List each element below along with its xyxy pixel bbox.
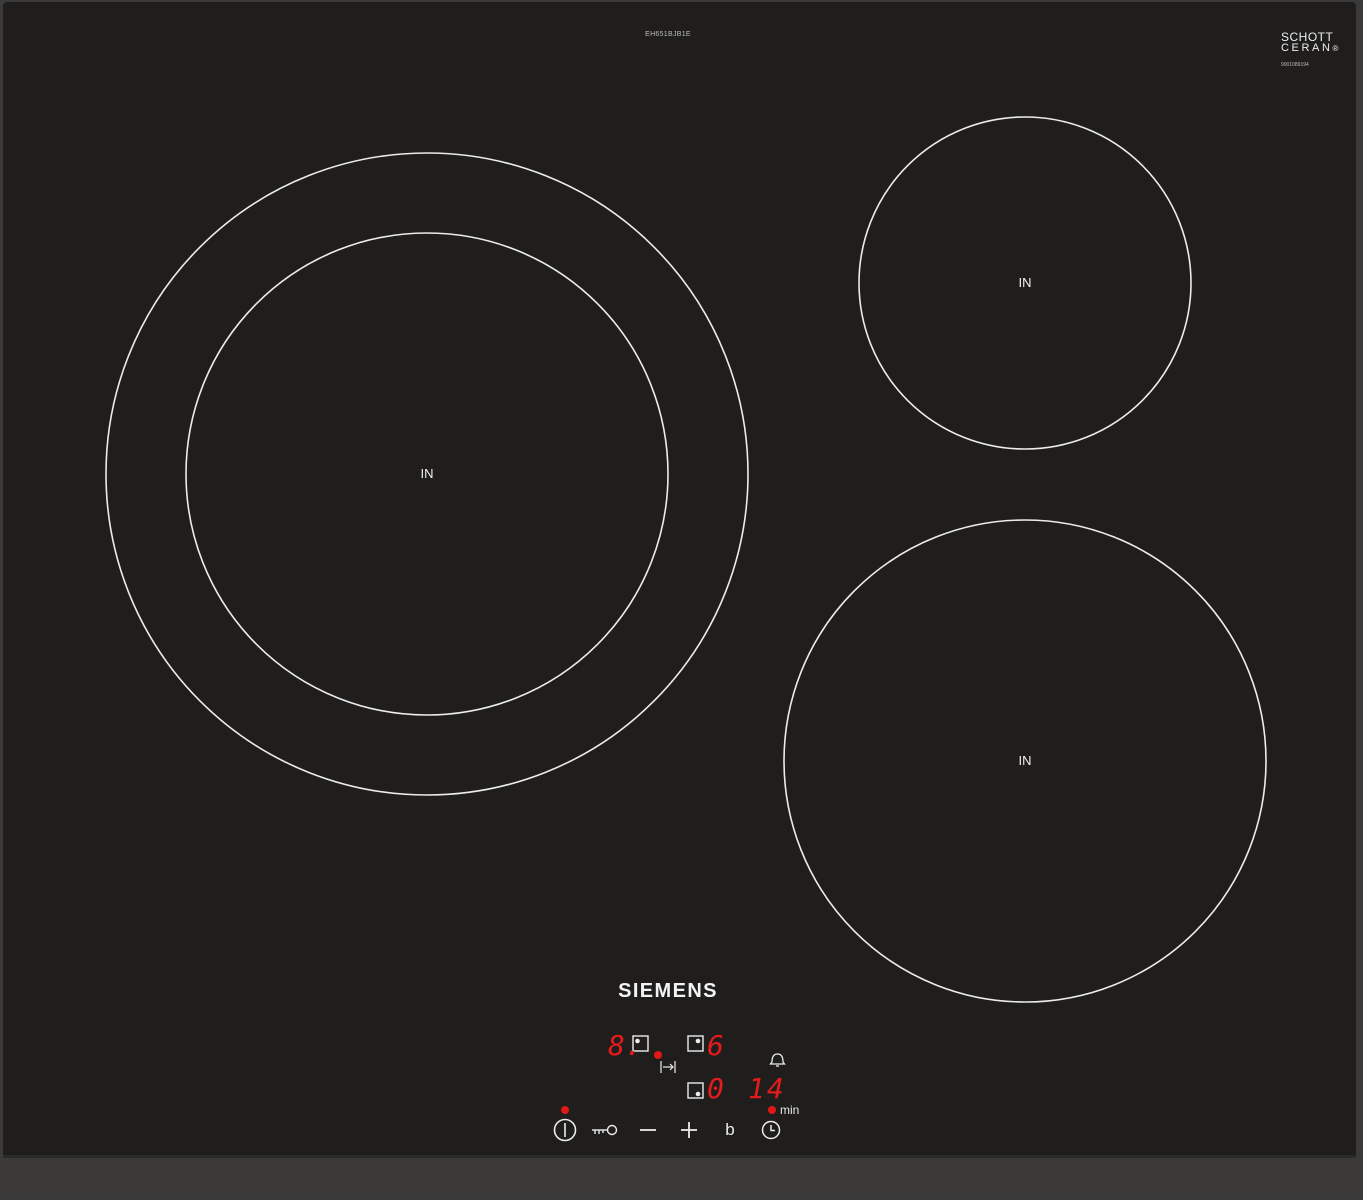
zone-label-rear-right: IN <box>1018 275 1032 290</box>
boost-button[interactable]: b <box>715 1115 745 1145</box>
minutes-unit-label: min <box>780 1103 800 1117</box>
induction-hob <box>0 0 1363 1200</box>
timer-zone-display: 0 <box>707 1072 724 1105</box>
serial-number: 9001089194 <box>1281 62 1309 68</box>
timer-minutes-display: 14 <box>748 1072 786 1105</box>
timer-indicator-dot <box>768 1106 776 1114</box>
extended-zone-indicator-dot <box>654 1051 662 1059</box>
left-zone-power-display: 8. <box>608 1029 642 1062</box>
zone-label-left: IN <box>420 466 434 481</box>
front-bevel-highlight <box>3 1155 1356 1158</box>
schott-ceran-logo: SCHOTT CERAN® <box>1281 31 1341 54</box>
model-number: EH651BJB1E <box>645 31 691 38</box>
front-bevel <box>3 1155 1356 1195</box>
schott-logo-line2: CERAN® <box>1281 43 1341 54</box>
brand-logo: SIEMENS <box>618 980 718 1002</box>
zone-label-front-right: IN <box>1018 753 1032 768</box>
ceran-text: CERAN <box>1281 42 1333 54</box>
registered-mark: ® <box>1332 44 1342 53</box>
power-indicator-dot <box>561 1106 569 1114</box>
right-zone-power-display: 6 <box>707 1029 724 1062</box>
